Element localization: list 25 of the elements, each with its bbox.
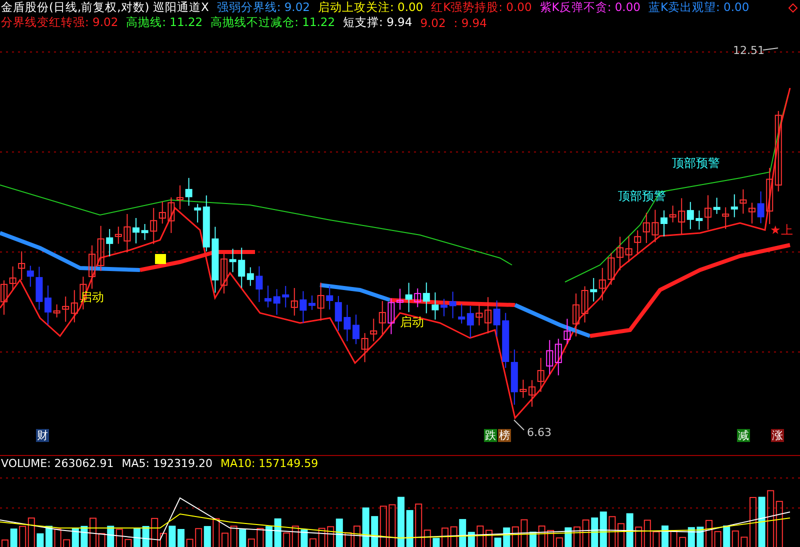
indicator-value: 强弱分界线: 9.02 — [216, 0, 310, 15]
event-badge: 榜 — [498, 429, 511, 442]
event-badge: 跌 — [484, 429, 497, 442]
star-signal-label: ★上 — [770, 222, 793, 239]
price-label: 6.63 — [527, 426, 552, 439]
volume-value: MA5: 192319.20 — [122, 456, 212, 470]
volume-value: MA10: 157149.59 — [220, 456, 318, 470]
signal-label: 顶部预警 — [672, 155, 720, 172]
event-badge: 减 — [737, 429, 750, 442]
price-label: 12.51 — [733, 44, 764, 57]
indicator-value: 9.02 — [420, 16, 446, 30]
indicator-value: : 9.94 — [454, 16, 487, 30]
indicator-value: 紫K反弹不贪: 0.00 — [540, 0, 640, 15]
indicator-value: 分界线变红转强: 9.02 — [1, 15, 118, 30]
indicator-value: 启动上攻关注: 0.00 — [318, 0, 424, 15]
indicator-value: 红K强势持股: 0.00 — [431, 0, 532, 15]
indicator-value: 蓝K卖出观望: 0.00 — [648, 0, 750, 15]
event-badge: 涨 — [771, 429, 784, 442]
event-badge: 财 — [36, 429, 49, 442]
indicator-value: 高抛线不过减仓: 11.22 — [210, 15, 336, 30]
indicator-value: 高抛线: 11.22 — [126, 15, 203, 30]
indicator-value: 短支撑: 9.94 — [343, 15, 412, 30]
chart-title: 金盾股份(日线,前复权,对数) 巡阳通道X — [1, 0, 209, 15]
signal-label: 启动 — [400, 314, 424, 331]
volume-value: VOLUME: 263062.91 — [1, 456, 114, 470]
